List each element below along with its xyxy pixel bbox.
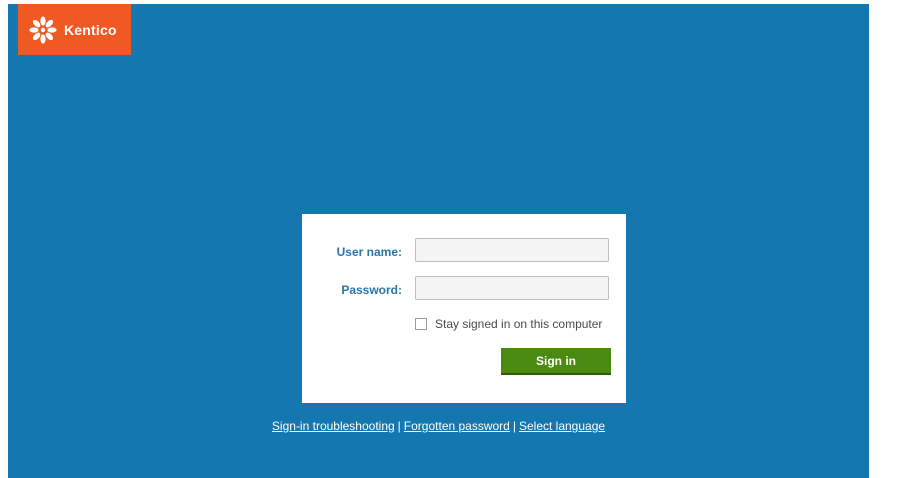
link-separator: | [397, 419, 401, 433]
help-links: Sign-in troubleshooting | Forgotten passwo… [8, 419, 869, 433]
stay-signed-in-row[interactable]: Stay signed in on this computer [415, 316, 602, 332]
select-language-link[interactable]: Select language [519, 419, 605, 433]
username-label: User name: [336, 245, 402, 259]
stay-signed-in-checkbox[interactable] [415, 318, 427, 330]
password-label: Password: [341, 283, 402, 297]
stay-signed-in-label[interactable]: Stay signed in on this computer [435, 317, 602, 331]
login-form: User name: Password: Stay signed in on t… [302, 214, 626, 403]
sign-in-troubleshooting-link[interactable]: Sign-in troubleshooting [272, 419, 395, 433]
kentico-logo[interactable]: Kentico [18, 4, 131, 55]
username-row: User name: [302, 238, 626, 266]
password-row: Password: [302, 276, 626, 304]
login-page: Kentico User name: Password: Stay signed… [8, 4, 869, 478]
sign-in-button[interactable]: Sign in [501, 348, 611, 375]
logo-text: Kentico [64, 21, 117, 38]
forgotten-password-link[interactable]: Forgotten password [404, 419, 510, 433]
username-input[interactable] [415, 238, 609, 262]
password-input[interactable] [415, 276, 609, 300]
link-separator: | [512, 419, 516, 433]
kentico-asterisk-icon [29, 15, 57, 44]
